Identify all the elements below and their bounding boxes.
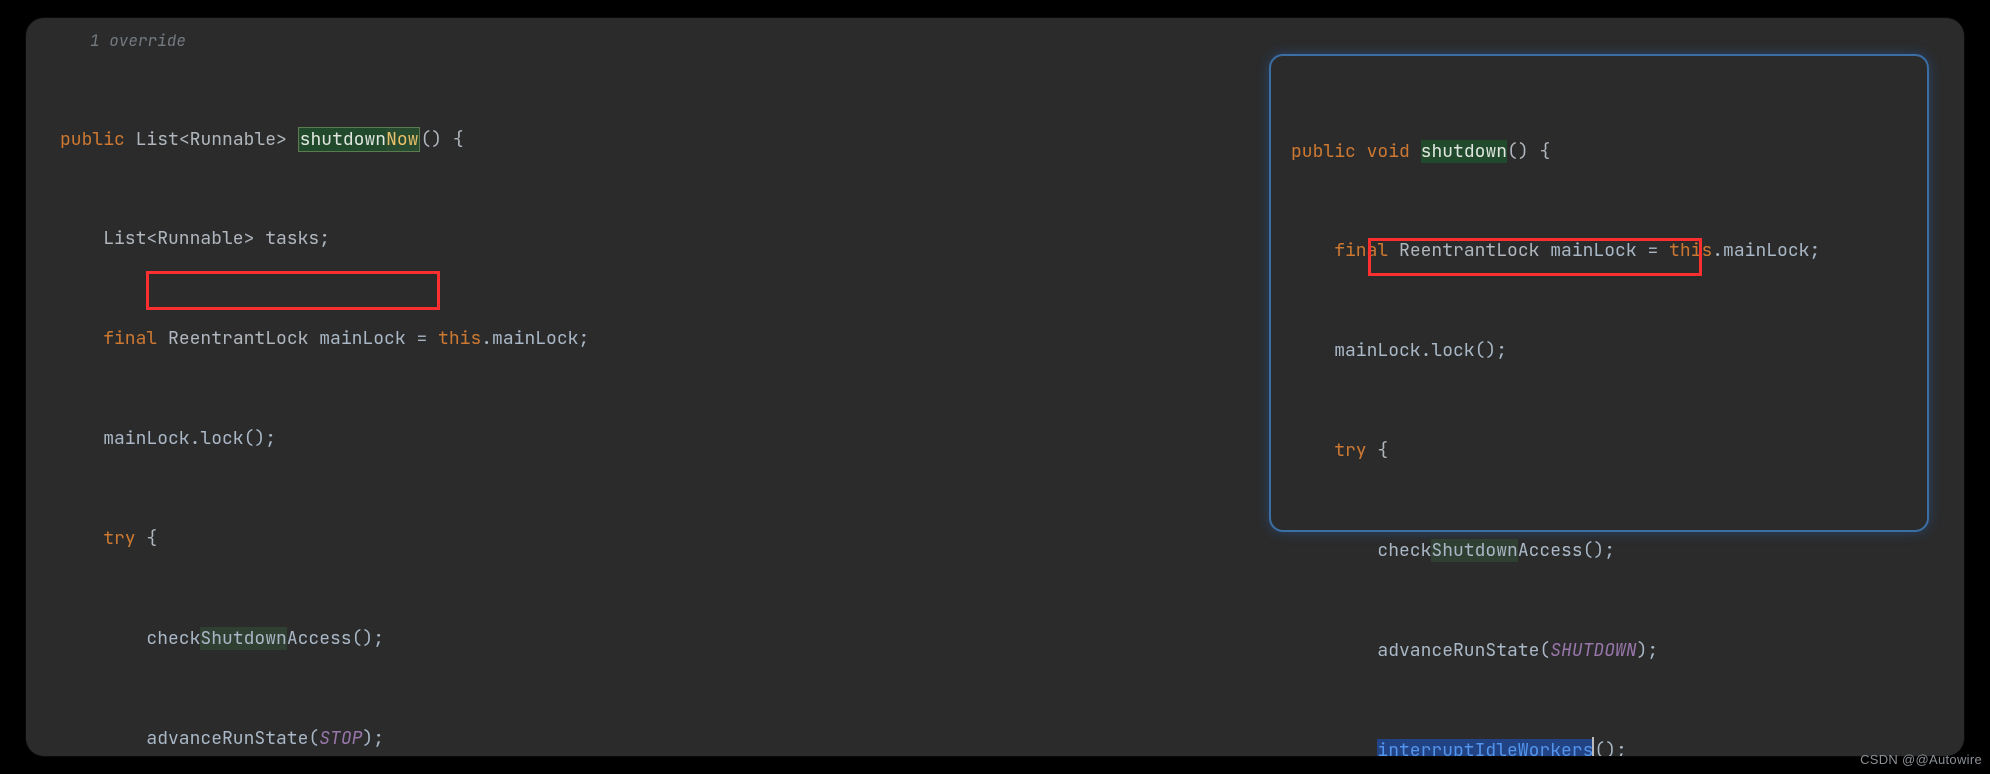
sig-tail: () { xyxy=(420,128,463,151)
override-hint: 1 override xyxy=(90,26,186,56)
r-line-interruptidle: interruptIdleWorkers(); xyxy=(1291,734,1927,756)
r-line-advance: advanceRunState(SHUTDOWN); xyxy=(1291,634,1927,667)
r-interruptidleworkers: interruptIdleWorkers xyxy=(1377,739,1593,756)
line-checkaccess: checkShutdownAccess(); xyxy=(60,622,1284,655)
r-kw-this: this xyxy=(1669,239,1712,262)
type-list: List xyxy=(136,128,179,151)
eq: = xyxy=(406,327,438,350)
dot-mainlock: .mainLock; xyxy=(481,327,589,350)
kw-final: final xyxy=(103,327,157,350)
check-hl: Shutdown xyxy=(200,627,286,650)
kw-try: try xyxy=(103,527,135,550)
r-adv-tail: ); xyxy=(1637,639,1659,662)
r-kw-void: void xyxy=(1367,140,1410,163)
decl-tasks: List<Runnable> tasks; xyxy=(103,227,330,250)
check-suffix: Access(); xyxy=(287,627,384,650)
adv: advanceRunState( xyxy=(146,727,319,750)
line-try: try { xyxy=(60,522,1284,555)
type-reentrantlock: ReentrantLock xyxy=(168,327,308,350)
r-lock-call: mainLock.lock(); xyxy=(1334,339,1507,362)
r-adv: advanceRunState( xyxy=(1377,639,1550,662)
check-prefix: check xyxy=(146,627,200,650)
kw-this: this xyxy=(438,327,481,350)
r-var-mainlock: mainLock xyxy=(1550,239,1636,262)
r-brace-open: { xyxy=(1367,439,1389,462)
line-mainlock-decl: final ReentrantLock mainLock = this.main… xyxy=(60,322,1284,355)
adv-const-stop: STOP xyxy=(319,727,362,750)
type-runnable: Runnable xyxy=(190,128,276,151)
r-mainlock-decl: final ReentrantLock mainLock = this.main… xyxy=(1291,234,1927,267)
r-adv-const-shutdown: SHUTDOWN xyxy=(1550,639,1636,662)
r-line-lock: mainLock.lock(); xyxy=(1291,334,1927,367)
r-check-suffix: Access(); xyxy=(1518,539,1615,562)
hl-shutdown: shutdown xyxy=(300,128,386,151)
r-kw-try: try xyxy=(1334,439,1366,462)
left-code-block[interactable]: public List<Runnable> shutdownNow() { Li… xyxy=(60,56,1284,756)
r-interruptidle-tail: (); xyxy=(1594,739,1626,756)
var-mainlock: mainLock xyxy=(319,327,405,350)
r-kw-public: public xyxy=(1291,140,1356,163)
r-signature-line: public void shutdown() { xyxy=(1291,135,1927,168)
canvas: 1 override public List<Runnable> shutdow… xyxy=(0,0,1990,774)
r-line-checkaccess: checkShutdownAccess(); xyxy=(1291,534,1927,567)
left-signature-line: public List<Runnable> shutdownNow() { xyxy=(60,123,1284,156)
r-eq: = xyxy=(1637,239,1669,262)
r-sig-tail: () { xyxy=(1507,140,1550,163)
brace-open: { xyxy=(136,527,158,550)
line-decl-tasks: List<Runnable> tasks; xyxy=(60,222,1284,255)
r-type-lock: ReentrantLock xyxy=(1399,239,1539,262)
method-shutdownnow: shutdownNow xyxy=(298,127,421,152)
adv-tail: ); xyxy=(362,727,384,750)
line-advance: advanceRunState(STOP); xyxy=(60,722,1284,755)
right-code-panel[interactable]: public void shutdown() { final Reentrant… xyxy=(1269,54,1929,532)
hl-now: Now xyxy=(386,128,418,151)
r-check-prefix: check xyxy=(1377,539,1431,562)
lock-call: mainLock.lock(); xyxy=(103,427,276,450)
r-dot-mainlock: .mainLock; xyxy=(1712,239,1820,262)
r-kw-final: final xyxy=(1334,239,1388,262)
kw-public: public xyxy=(60,128,125,151)
line-lock: mainLock.lock(); xyxy=(60,422,1284,455)
r-check-hl: Shutdown xyxy=(1431,539,1517,562)
r-method-shutdown: shutdown xyxy=(1421,140,1507,163)
watermark: CSDN @@Autowire xyxy=(1860,748,1982,772)
editor-frame: 1 override public List<Runnable> shutdow… xyxy=(26,18,1964,756)
r-line-try: try { xyxy=(1291,434,1927,467)
